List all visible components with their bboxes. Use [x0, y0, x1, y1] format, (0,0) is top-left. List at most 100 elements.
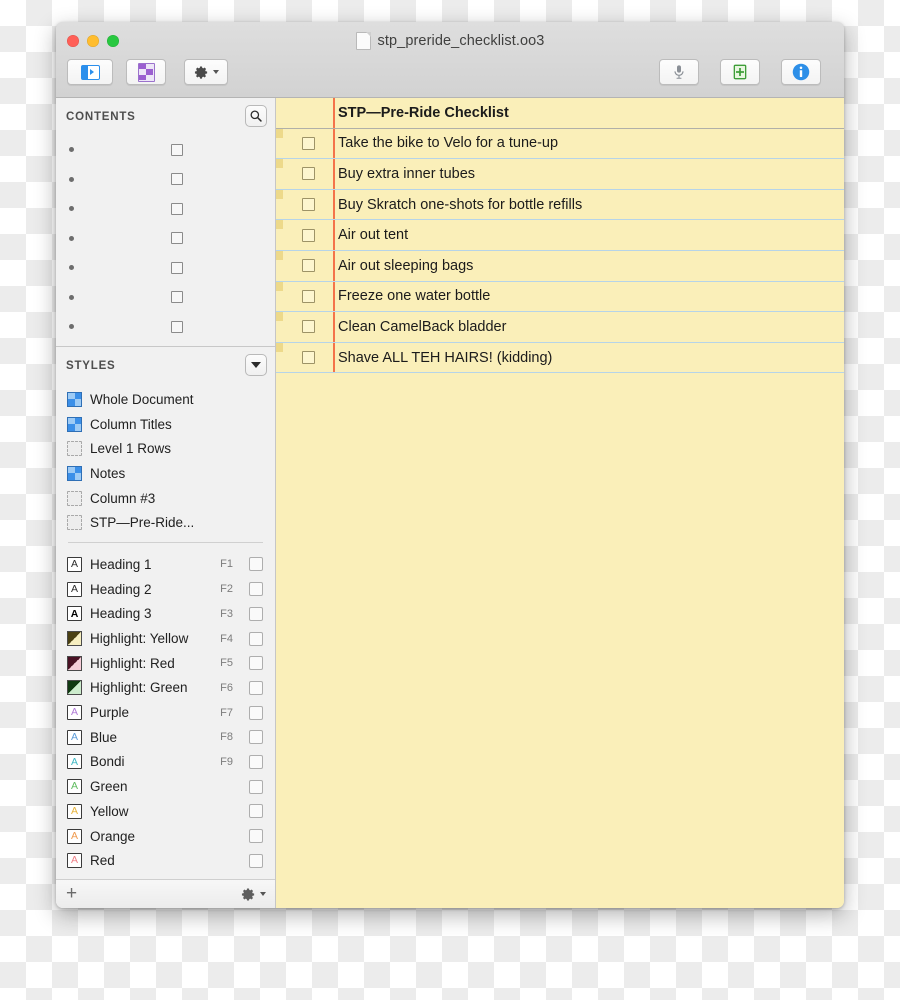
contents-row[interactable] — [56, 135, 275, 165]
dictation-button[interactable] — [659, 59, 699, 85]
row-checkbox[interactable] — [171, 232, 183, 245]
outline-row[interactable]: Take the bike to Velo for a tune-up — [276, 128, 844, 160]
style-row[interactable]: A Blue F8 — [56, 725, 275, 750]
style-row[interactable]: Highlight: Green F6 — [56, 676, 275, 701]
style-checkbox[interactable] — [249, 853, 263, 868]
contents-row[interactable] — [56, 224, 275, 254]
bullet-icon — [69, 324, 74, 330]
style-row[interactable]: Highlight: Yellow F4 — [56, 626, 275, 651]
style-checkbox[interactable] — [249, 730, 263, 745]
style-checkbox[interactable] — [249, 829, 263, 844]
row-handle[interactable] — [276, 281, 283, 291]
style-row[interactable]: STP—Pre-Ride... — [56, 510, 275, 535]
style-row[interactable]: A Orange — [56, 824, 275, 849]
microphone-icon — [674, 65, 684, 79]
sidebar-toggle-button[interactable] — [67, 59, 113, 85]
style-row[interactable]: A Red — [56, 848, 275, 873]
contents-row[interactable] — [56, 253, 275, 283]
dashed-empty-icon — [67, 515, 82, 531]
style-row[interactable]: Notes — [56, 461, 275, 486]
row-handle[interactable] — [276, 342, 283, 352]
styles-disclosure-button[interactable] — [245, 354, 267, 376]
named-styles-list: A Heading 1 F1 A Heading 2 F2 A Heading 3 F3 High… — [56, 549, 275, 873]
inspector-button[interactable] — [781, 59, 821, 85]
outline-row[interactable]: Air out sleeping bags — [276, 250, 844, 282]
row-checkbox[interactable] — [171, 143, 183, 156]
letter-a-icon: A — [67, 556, 82, 572]
outline-row-checkbox[interactable] — [302, 351, 315, 365]
style-label: Column #3 — [90, 490, 156, 506]
outline-row[interactable]: Shave ALL TEH HAIRS! (kidding) — [276, 342, 844, 374]
outline-row[interactable]: Buy Skratch one-shots for bottle refills — [276, 189, 844, 221]
dashed-empty-icon — [67, 490, 82, 506]
style-shortcut: F5 — [220, 657, 233, 670]
row-handle[interactable] — [276, 159, 283, 169]
outline-header-row[interactable]: STP—Pre-Ride Checklist — [276, 98, 844, 129]
row-checkbox[interactable] — [171, 261, 183, 274]
style-row[interactable]: A Bondi F9 — [56, 750, 275, 775]
outline-row-checkbox[interactable] — [302, 259, 315, 273]
outline-row[interactable]: Freeze one water bottle — [276, 281, 844, 313]
outline-document[interactable]: STP—Pre-Ride Checklist Take the bike to V… — [276, 98, 844, 908]
style-checkbox[interactable] — [249, 754, 263, 769]
outline-row-checkbox[interactable] — [302, 136, 315, 150]
outline-row-checkbox[interactable] — [302, 320, 315, 334]
outline-row-text: Air out sleeping bags — [338, 257, 474, 274]
style-checkbox[interactable] — [249, 779, 263, 794]
outline-row[interactable]: Clean CamelBack bladder — [276, 312, 844, 343]
style-shortcut: F8 — [220, 731, 233, 744]
row-checkbox[interactable] — [171, 320, 183, 333]
row-checkbox[interactable] — [171, 173, 183, 186]
document-styles-list: Whole Document Column Titles Level 1 Rows N… — [56, 384, 275, 535]
outline-row-checkbox[interactable] — [302, 289, 315, 303]
style-row[interactable]: Highlight: Red F5 — [56, 651, 275, 676]
style-row[interactable]: A Heading 1 F1 — [56, 552, 275, 577]
settings-action-button[interactable] — [184, 59, 228, 85]
style-label: Heading 2 — [90, 581, 152, 597]
style-row[interactable]: Column #3 — [56, 486, 275, 511]
style-checkbox[interactable] — [249, 582, 263, 597]
search-button[interactable] — [245, 105, 267, 127]
style-checkbox[interactable] — [249, 705, 263, 720]
style-row[interactable]: A Heading 3 F3 — [56, 602, 275, 627]
outline-row-checkbox[interactable] — [302, 167, 315, 181]
style-checkbox[interactable] — [249, 631, 263, 646]
bullet-icon — [69, 294, 74, 300]
row-checkbox[interactable] — [171, 202, 183, 215]
style-row[interactable]: A Green — [56, 774, 275, 799]
row-handle[interactable] — [276, 189, 283, 199]
styles-action-button[interactable] — [241, 887, 266, 902]
style-checkbox[interactable] — [249, 557, 263, 572]
contents-row[interactable] — [56, 283, 275, 313]
search-icon — [250, 110, 262, 122]
style-row[interactable]: Whole Document — [56, 387, 275, 412]
style-checkbox[interactable] — [249, 680, 263, 695]
styles-divider — [68, 542, 263, 544]
row-handle[interactable] — [276, 250, 283, 260]
contents-row[interactable] — [56, 312, 275, 342]
row-handle[interactable] — [276, 220, 283, 230]
style-row[interactable]: A Heading 2 F2 — [56, 577, 275, 602]
style-checkbox[interactable] — [249, 804, 263, 819]
green-add-document-icon — [733, 64, 747, 80]
row-checkbox[interactable] — [171, 291, 183, 304]
style-checkbox[interactable] — [249, 606, 263, 621]
style-row[interactable]: A Purple F7 — [56, 700, 275, 725]
style-row[interactable]: Level 1 Rows — [56, 436, 275, 461]
add-style-button[interactable]: + — [66, 884, 77, 903]
row-handle[interactable] — [276, 128, 283, 138]
outline-rows: STP—Pre-Ride Checklist Take the bike to V… — [276, 98, 844, 374]
style-checkbox[interactable] — [249, 656, 263, 671]
outline-row[interactable]: Buy extra inner tubes — [276, 159, 844, 190]
add-document-button[interactable] — [720, 59, 760, 85]
row-handle[interactable] — [276, 312, 283, 322]
style-row[interactable]: A Yellow — [56, 799, 275, 824]
style-label: Highlight: Green — [90, 680, 188, 696]
outline-row[interactable]: Air out tent — [276, 220, 844, 251]
outline-row-checkbox[interactable] — [302, 228, 315, 242]
style-attributes-button[interactable] — [126, 59, 166, 85]
style-row[interactable]: Column Titles — [56, 412, 275, 437]
outline-row-checkbox[interactable] — [302, 198, 315, 212]
contents-row[interactable] — [56, 165, 275, 195]
contents-row[interactable] — [56, 194, 275, 224]
